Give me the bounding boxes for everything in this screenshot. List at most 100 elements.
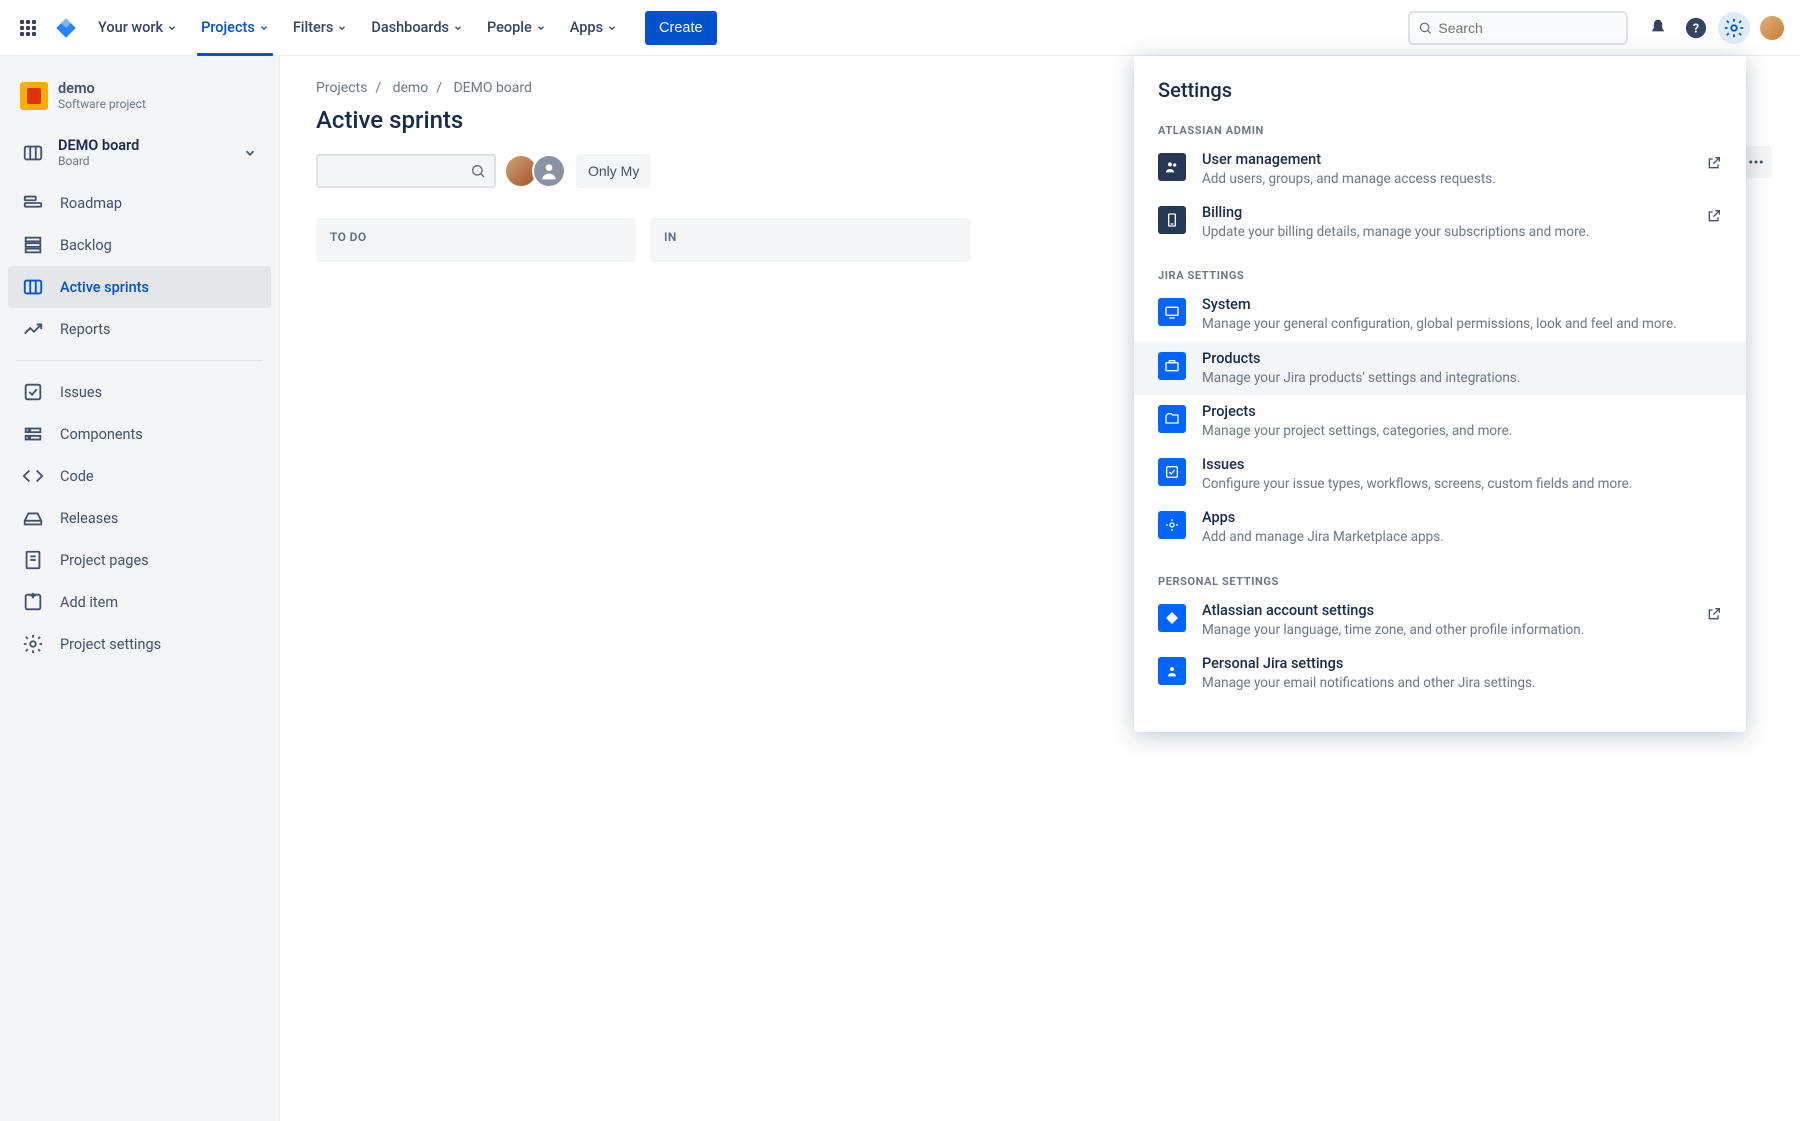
- settings-item-atlassian-account-settings[interactable]: Atlassian account settings Manage your l…: [1134, 594, 1746, 647]
- settings-item-desc: Manage your Jira products' settings and …: [1202, 369, 1722, 387]
- sidebar-item-issues[interactable]: Issues: [8, 371, 271, 413]
- reports-icon: [22, 318, 44, 340]
- settings-item-desc: Manage your project settings, categories…: [1202, 422, 1722, 440]
- add-item-icon: [22, 591, 44, 613]
- board-icon: [22, 142, 44, 164]
- apps-icon: [1158, 511, 1186, 539]
- chevron-down-icon: [453, 23, 463, 33]
- unassigned-avatar[interactable]: [532, 154, 566, 188]
- sidebar-item-backlog[interactable]: Backlog: [8, 224, 271, 266]
- products-icon: [1158, 352, 1186, 380]
- settings-item-issues[interactable]: Issues Configure your issue types, workf…: [1134, 448, 1746, 501]
- settings-item-products[interactable]: Products Manage your Jira products' sett…: [1134, 342, 1746, 395]
- sidebar-item-reports[interactable]: Reports: [8, 308, 271, 350]
- settings-group-label: PERSONAL SETTINGS: [1134, 569, 1746, 594]
- chevron-down-icon: [167, 23, 177, 33]
- board-name: DEMO board: [58, 137, 139, 154]
- project-name: demo: [58, 80, 146, 97]
- search-input[interactable]: [1438, 20, 1618, 36]
- board-search[interactable]: [316, 154, 496, 188]
- nav-dashboards[interactable]: Dashboards: [361, 0, 473, 56]
- external-link-icon: [1706, 155, 1722, 171]
- assignee-filter: [510, 154, 566, 188]
- nav-your-work[interactable]: Your work: [88, 0, 187, 56]
- nav-label: People: [487, 19, 532, 36]
- nav-filters[interactable]: Filters: [283, 0, 358, 56]
- apps-grid-icon: [20, 20, 36, 36]
- sidebar-item-project-pages[interactable]: Project pages: [8, 539, 271, 581]
- board-selector[interactable]: DEMO board Board: [8, 129, 271, 182]
- global-search[interactable]: [1408, 11, 1628, 45]
- code-icon: [22, 465, 44, 487]
- backlog-icon: [22, 234, 44, 256]
- nav-people[interactable]: People: [477, 0, 556, 56]
- users-icon: [1158, 153, 1186, 181]
- issues-icon: [1158, 458, 1186, 486]
- board-column[interactable]: IN: [650, 218, 970, 262]
- chevron-down-icon: [536, 23, 546, 33]
- sidebar-item-label: Project settings: [60, 636, 161, 653]
- active-sprints-icon: [22, 276, 44, 298]
- settings-item-title: Atlassian account settings: [1202, 602, 1706, 619]
- project-settings-icon: [22, 633, 44, 655]
- nav-projects[interactable]: Projects: [191, 0, 279, 56]
- create-button[interactable]: Create: [645, 11, 717, 45]
- sidebar-item-label: Reports: [60, 321, 111, 338]
- app-switcher[interactable]: [12, 12, 44, 44]
- roadmap-icon: [22, 192, 44, 214]
- settings-item-title: Issues: [1202, 456, 1722, 473]
- settings-item-title: Billing: [1202, 204, 1706, 221]
- settings-button[interactable]: [1718, 12, 1750, 44]
- sidebar-divider: [16, 360, 263, 361]
- sidebar-item-project-settings[interactable]: Project settings: [8, 623, 271, 665]
- board-column[interactable]: TO DO: [316, 218, 636, 262]
- gear-icon: [1723, 17, 1745, 39]
- project-pages-icon: [22, 549, 44, 571]
- settings-item-system[interactable]: System Manage your general configuration…: [1134, 288, 1746, 341]
- account-icon: [1158, 604, 1186, 632]
- breadcrumb-item[interactable]: demo: [393, 80, 429, 96]
- settings-item-billing[interactable]: Billing Update your billing details, man…: [1134, 196, 1746, 249]
- sidebar-item-roadmap[interactable]: Roadmap: [8, 182, 271, 224]
- svg-text:?: ?: [1693, 21, 1699, 36]
- personal-icon: [1158, 657, 1186, 685]
- settings-item-desc: Add users, groups, and manage access req…: [1202, 170, 1706, 188]
- help-button[interactable]: ?: [1680, 12, 1712, 44]
- avatar-icon: [1758, 14, 1786, 42]
- settings-item-personal-jira-settings[interactable]: Personal Jira settings Manage your email…: [1134, 647, 1746, 700]
- settings-item-title: Personal Jira settings: [1202, 655, 1722, 672]
- sidebar-item-label: Roadmap: [60, 195, 122, 212]
- settings-dropdown: Settings ATLASSIAN ADMIN User management…: [1134, 56, 1746, 732]
- chevron-down-icon: [337, 23, 347, 33]
- person-icon: [539, 161, 559, 181]
- notifications-button[interactable]: [1642, 12, 1674, 44]
- settings-item-desc: Manage your language, time zone, and oth…: [1202, 621, 1706, 639]
- breadcrumb-item[interactable]: Projects: [316, 80, 367, 96]
- project-header[interactable]: demo Software project: [8, 80, 271, 129]
- sidebar-item-code[interactable]: Code: [8, 455, 271, 497]
- components-icon: [22, 423, 44, 445]
- sidebar-item-label: Issues: [60, 384, 102, 401]
- search-icon: [1418, 20, 1432, 36]
- sidebar-item-components[interactable]: Components: [8, 413, 271, 455]
- column-header: TO DO: [330, 230, 622, 244]
- settings-item-desc: Update your billing details, manage your…: [1202, 223, 1706, 241]
- settings-item-title: Apps: [1202, 509, 1722, 526]
- only-my-issues-button[interactable]: Only My: [576, 154, 651, 188]
- board-sub: Board: [58, 154, 139, 168]
- help-icon: ?: [1685, 17, 1707, 39]
- more-icon: [1747, 153, 1765, 171]
- settings-item-desc: Manage your email notifications and othe…: [1202, 674, 1722, 692]
- profile-button[interactable]: [1756, 12, 1788, 44]
- breadcrumb-item[interactable]: DEMO board: [453, 80, 531, 96]
- column-header: IN: [664, 230, 956, 244]
- sidebar-item-active-sprints[interactable]: Active sprints: [8, 266, 271, 308]
- settings-item-desc: Add and manage Jira Marketplace apps.: [1202, 528, 1722, 546]
- sidebar-item-add-item[interactable]: Add item: [8, 581, 271, 623]
- nav-apps[interactable]: Apps: [560, 0, 627, 56]
- settings-item-projects[interactable]: Projects Manage your project settings, c…: [1134, 395, 1746, 448]
- chevron-down-icon: [259, 23, 269, 33]
- settings-item-apps[interactable]: Apps Add and manage Jira Marketplace app…: [1134, 501, 1746, 554]
- settings-item-user-management[interactable]: User management Add users, groups, and m…: [1134, 143, 1746, 196]
- sidebar-item-releases[interactable]: Releases: [8, 497, 271, 539]
